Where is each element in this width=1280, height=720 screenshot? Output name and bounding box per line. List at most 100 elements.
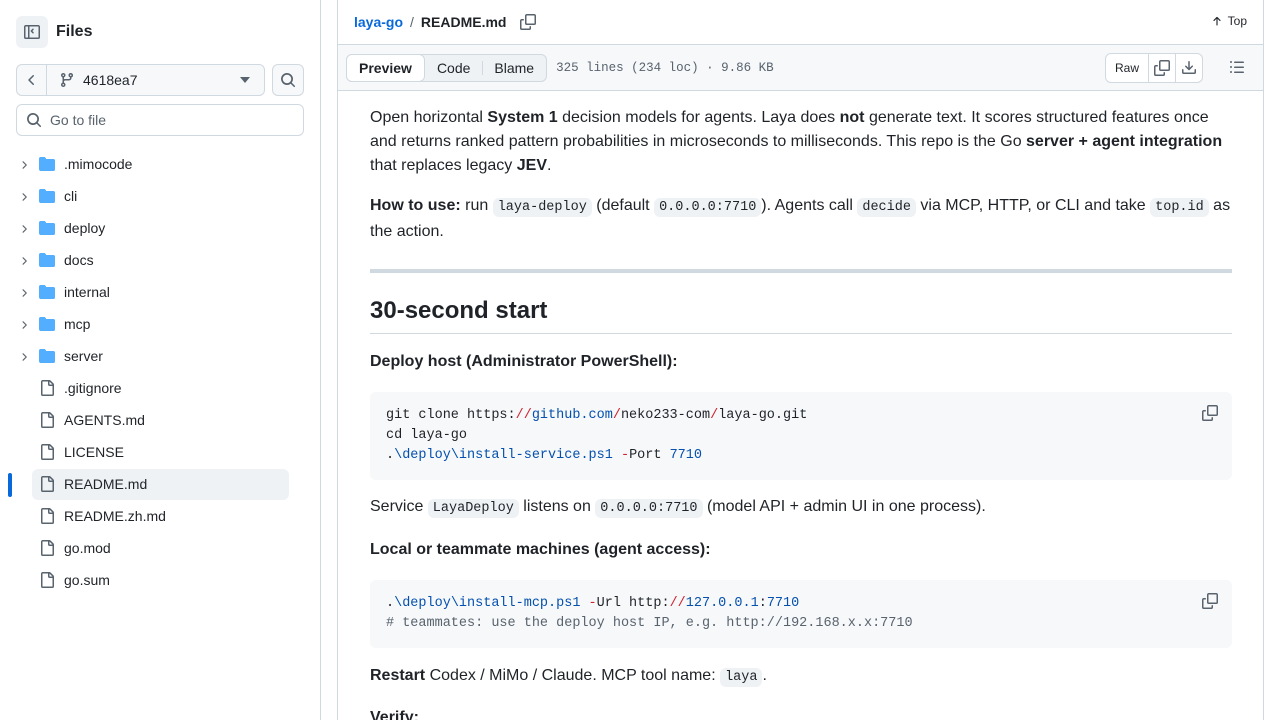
tree-file-item[interactable]: README.md <box>0 468 321 500</box>
file-icon <box>41 476 54 492</box>
tree-file-item[interactable]: go.mod <box>0 532 321 564</box>
go-to-file-field[interactable] <box>16 104 304 136</box>
tree-file-item[interactable]: AGENTS.md <box>0 404 321 436</box>
search-icon <box>281 73 296 88</box>
tree-folder-item[interactable]: cli <box>0 180 321 212</box>
tree-item-icon <box>39 316 55 335</box>
tree-item-label: go.mod <box>64 540 111 556</box>
chevron-right-icon <box>22 257 27 265</box>
list-unordered-icon <box>1230 61 1244 73</box>
file-icon <box>41 380 54 396</box>
code-line: cd laya-go <box>386 428 468 443</box>
branch-name: 4618ea7 <box>83 72 138 88</box>
tab-code[interactable]: Code <box>425 55 482 81</box>
search-button[interactable] <box>272 64 304 96</box>
copy-icon <box>1154 60 1170 76</box>
text: ). Agents call <box>761 197 858 214</box>
tree-item-label: mcp <box>64 316 91 332</box>
expand-toggle[interactable] <box>18 222 30 238</box>
horizontal-rule <box>370 269 1232 273</box>
text: . <box>762 667 767 684</box>
deploy-heading: Deploy host (Administrator PowerShell): <box>370 353 678 370</box>
tree-item-label: README.zh.md <box>64 508 166 524</box>
tree-item-icon <box>39 156 55 175</box>
expand-toggle[interactable] <box>18 318 30 334</box>
breadcrumb: laya-go / README.md Top <box>338 0 1263 45</box>
top-label: Top <box>1227 14 1247 28</box>
copy-raw-button[interactable] <box>1148 54 1175 82</box>
folder-icon <box>39 285 55 299</box>
tree-item-icon <box>39 252 55 271</box>
verify-heading: Verify: <box>370 709 419 720</box>
code-token: Url http: <box>596 596 670 611</box>
tree-item-label: deploy <box>64 220 106 236</box>
tree-item-label: LICENSE <box>64 444 124 460</box>
tab-blame[interactable]: Blame <box>482 55 546 81</box>
view-mode-switch: Preview Code Blame <box>346 53 548 82</box>
chevron-right-icon <box>22 321 27 329</box>
tree-file-item[interactable]: go.sum <box>0 564 321 596</box>
code-token: - <box>612 448 630 463</box>
scroll-top-button[interactable]: Top <box>1211 14 1247 28</box>
tree-file-item[interactable]: .gitignore <box>0 372 321 404</box>
tree-file-item[interactable]: README.zh.md <box>0 500 321 532</box>
tree-item-label: README.md <box>64 476 148 492</box>
tab-preview[interactable]: Preview <box>346 53 425 82</box>
inline-code: laya-deploy <box>492 198 592 217</box>
expand-toggle[interactable] <box>18 254 30 270</box>
expand-toggle[interactable] <box>18 158 30 174</box>
text: Codex / MiMo / Claude. MCP tool name: <box>425 667 721 684</box>
caret-down-icon <box>240 77 250 83</box>
tree-folder-item[interactable]: internal <box>0 276 321 308</box>
tree-item-icon <box>39 348 55 367</box>
local-heading: Local or teammate machines (agent access… <box>370 541 711 558</box>
how-to-use-paragraph: How to use: run laya-deploy (default 0.0… <box>370 194 1232 244</box>
code-token: / <box>612 408 621 423</box>
file-meta: 325 lines (234 loc) · 9.86 KB <box>556 60 774 75</box>
text: (default <box>591 197 655 214</box>
download-button[interactable] <box>1175 54 1202 82</box>
tree-folder-item[interactable]: docs <box>0 244 321 276</box>
raw-button[interactable]: Raw <box>1106 54 1148 82</box>
file-icon <box>41 444 54 460</box>
copy-icon <box>1202 593 1218 609</box>
code-token: neko233-com <box>620 408 711 423</box>
branch-group: 4618ea7 <box>16 64 265 96</box>
expand-toggle[interactable] <box>18 286 30 302</box>
folder-icon <box>39 157 55 171</box>
copy-code-button[interactable] <box>1202 405 1218 429</box>
text: decision models for agents. Laya does <box>557 109 840 126</box>
breadcrumb-repo-link[interactable]: laya-go <box>354 14 403 30</box>
tree-file-item[interactable]: LICENSE <box>0 436 321 468</box>
code-token: \deploy\install-mcp.ps1 <box>394 596 581 611</box>
chevron-right-icon <box>22 289 27 297</box>
file-icon <box>41 508 54 524</box>
tree-folder-item[interactable]: .mimocode <box>0 148 321 180</box>
inline-code: decide <box>857 198 916 217</box>
tree-item-label: go.sum <box>64 572 110 588</box>
tree-folder-item[interactable]: deploy <box>0 212 321 244</box>
inline-code: 0.0.0.0:7710 <box>595 499 703 518</box>
tree-folder-item[interactable]: mcp <box>0 308 321 340</box>
go-to-file-input[interactable] <box>50 112 280 128</box>
back-button[interactable] <box>17 65 47 95</box>
outline-button[interactable] <box>1229 59 1245 78</box>
copy-code-button[interactable] <box>1202 593 1218 617</box>
copy-path-button[interactable] <box>520 14 537 30</box>
collapse-sidebar-button[interactable] <box>16 16 48 48</box>
inline-code: LayaDeploy <box>427 499 519 518</box>
branch-selector[interactable]: 4618ea7 <box>47 65 264 95</box>
expand-toggle[interactable] <box>18 350 30 366</box>
file-actions: Raw <box>1105 53 1203 83</box>
code-block-deploy: git clone https://github.com/neko233-com… <box>370 392 1232 480</box>
expand-toggle[interactable] <box>18 190 30 206</box>
tree-folder-item[interactable]: server <box>0 340 321 372</box>
chevron-right-icon <box>22 161 27 169</box>
code-token: \deploy\install-service.ps1 <box>394 448 613 463</box>
tree-item-icon <box>39 412 55 431</box>
tree-item-icon <box>39 476 55 495</box>
sidebar-header: Files <box>16 16 92 48</box>
file-icon <box>41 412 54 428</box>
text: via MCP, HTTP, or CLI and take <box>915 197 1151 214</box>
section-heading: 30-second start <box>370 297 1232 334</box>
